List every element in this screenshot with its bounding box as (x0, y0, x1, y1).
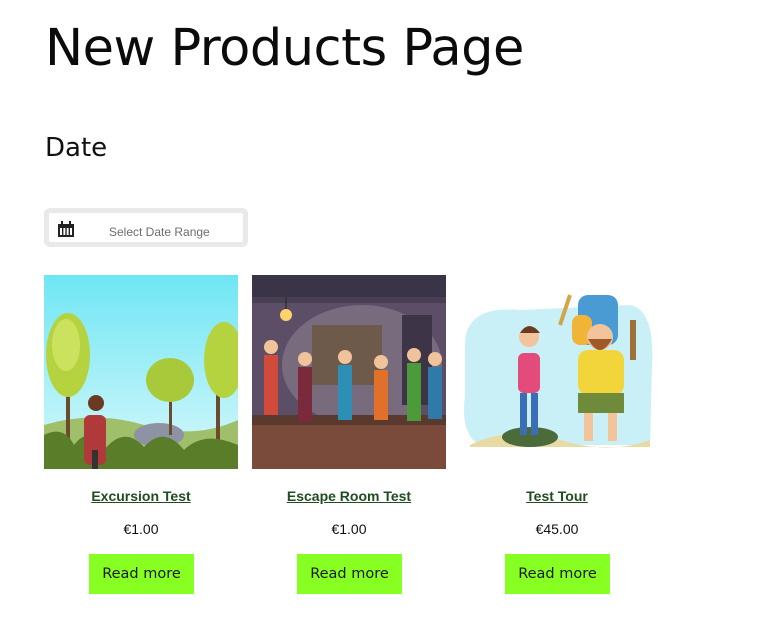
product-title-link[interactable]: Test Tour (460, 488, 654, 504)
product-card: Test Tour €45.00 Read more (460, 275, 654, 594)
date-range-field[interactable]: Select Date Range (49, 213, 243, 242)
backpacker-couple-illustration (460, 275, 654, 469)
product-image-link[interactable] (44, 275, 238, 469)
product-title-link[interactable]: Escape Room Test (252, 488, 446, 504)
product-card: Excursion Test €1.00 Read more (44, 275, 238, 594)
date-range-placeholder: Select Date Range (109, 225, 210, 239)
product-image-link[interactable] (252, 275, 446, 469)
read-more-button[interactable]: Read more (505, 554, 610, 594)
page-title: New Products Page (45, 19, 524, 78)
calendar-icon (58, 221, 74, 237)
product-price: €45.00 (535, 521, 579, 537)
product-price: €1.00 (123, 521, 159, 537)
product-card: Escape Room Test €1.00 Read more (252, 275, 446, 594)
read-more-button[interactable]: Read more (89, 554, 194, 594)
hiker-in-forest-illustration (44, 275, 238, 469)
product-title-link[interactable]: Excursion Test (44, 488, 238, 504)
date-filter-heading: Date (45, 133, 108, 163)
escape-room-group-illustration (252, 275, 446, 469)
read-more-button[interactable]: Read more (297, 554, 402, 594)
date-range-picker[interactable]: Select Date Range (44, 208, 248, 247)
product-image-link[interactable] (460, 275, 654, 469)
product-price: €1.00 (331, 521, 367, 537)
